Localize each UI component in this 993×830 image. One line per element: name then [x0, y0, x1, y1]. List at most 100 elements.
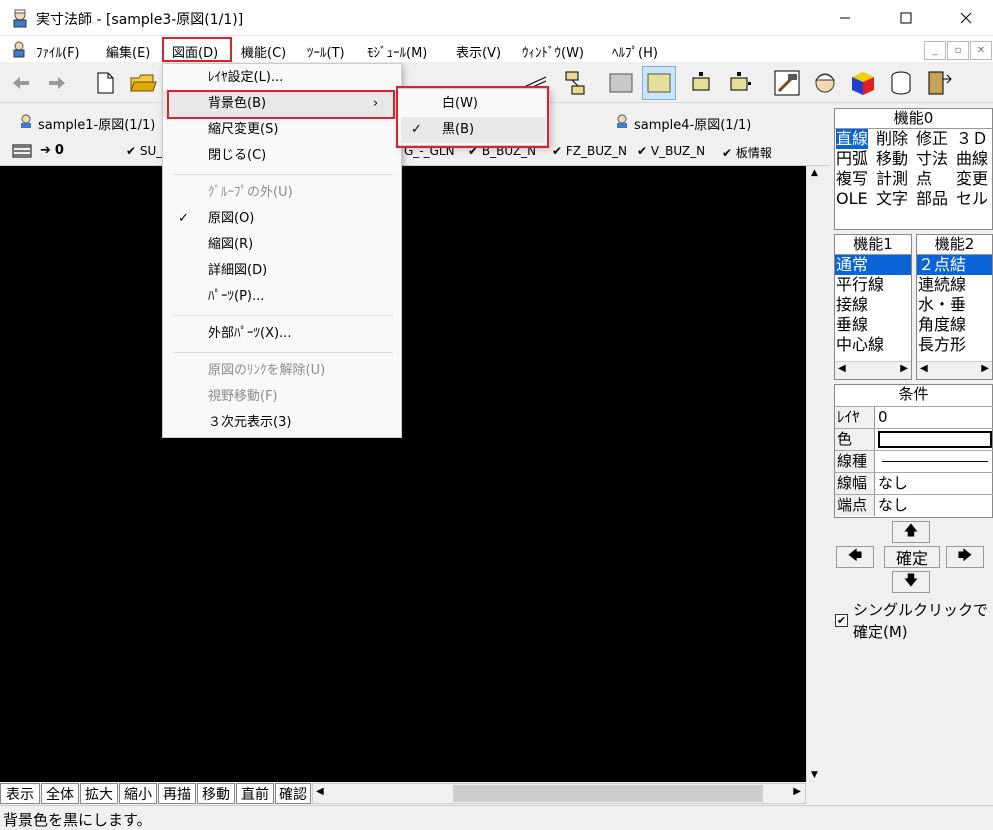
scroll-right-icon[interactable]: ▶ — [981, 363, 989, 374]
cmd-previous-button[interactable]: 直前 — [236, 783, 274, 804]
tab-sample1[interactable]: sample1-原図(1/1) — [18, 111, 155, 135]
condition-color[interactable]: 色 — [835, 428, 993, 450]
minimize-button[interactable] — [822, 0, 868, 36]
forward-arrow-icon[interactable] — [40, 66, 74, 100]
mdi-minimize-button[interactable]: _ — [924, 41, 946, 60]
nudge-left-button[interactable]: 🡄 — [836, 546, 874, 568]
tab-sample4[interactable]: sample4-原図(1/1) — [614, 111, 751, 135]
scroll-left-icon[interactable]: ◀ — [920, 363, 928, 374]
menu-item-original-drawing[interactable]: ✓ 原図(O) — [163, 206, 403, 232]
scroll-right-icon[interactable]: ▶ — [793, 786, 801, 797]
function0-cell[interactable]: 変更 — [956, 169, 988, 189]
function2-item[interactable]: 角度線 — [917, 315, 992, 335]
mdi-restore-button[interactable]: ▫ — [947, 41, 969, 60]
function0-cell[interactable]: 複写 — [836, 169, 868, 189]
menu-item-external-parts[interactable]: 外部ﾊﾟｰﾂ(X)... — [163, 321, 403, 347]
cmd-redraw-button[interactable]: 再描 — [158, 783, 196, 804]
horizontal-scrollbar[interactable]: ◀ ▶ — [312, 783, 806, 804]
cmd-display-button[interactable]: 表示 — [0, 783, 40, 804]
cmd-zoom-out-button[interactable]: 縮小 — [119, 783, 157, 804]
function0-cell[interactable]: 直線 — [836, 129, 869, 149]
function1-item[interactable]: 通常 — [835, 255, 911, 275]
grid-point-icon[interactable] — [722, 66, 756, 100]
menu-item-scale-change[interactable]: 縮尺変更(S) — [163, 117, 403, 143]
function2-item[interactable]: 連続線 — [917, 275, 992, 295]
function0-cell[interactable]: 円弧 — [836, 149, 868, 169]
function0-cell[interactable]: 点 — [916, 169, 932, 189]
function0-cell[interactable]: 文字 — [876, 189, 908, 209]
function0-cell[interactable]: 曲線 — [956, 149, 988, 169]
cmd-pan-button[interactable]: 移動 — [197, 783, 235, 804]
nudge-right-button[interactable]: 🡆 — [946, 546, 984, 568]
function1-item[interactable]: 接線 — [835, 295, 911, 315]
menu-item-reduced-drawing[interactable]: 縮図(R) — [163, 232, 403, 258]
hammer-icon[interactable] — [770, 66, 804, 100]
function1-scrollbar[interactable]: ◀ ▶ — [835, 361, 911, 379]
new-file-icon[interactable] — [88, 66, 122, 100]
menu-view[interactable]: 表示(V) — [456, 42, 501, 61]
function0-cell[interactable]: 計測 — [876, 169, 908, 189]
current-layer[interactable]: ➔ 0 — [40, 143, 64, 158]
menu-tools[interactable]: ﾂｰﾙ(T) — [307, 42, 345, 61]
maximize-button[interactable] — [883, 0, 929, 36]
pattern-gray-icon[interactable] — [604, 66, 638, 100]
worker-icon[interactable] — [808, 66, 842, 100]
condition-endpoint[interactable]: 端点 なし — [835, 494, 993, 516]
condition-linetype[interactable]: 線種 — [835, 450, 993, 472]
function0-cell[interactable]: 削除 — [876, 129, 908, 149]
function0-cell[interactable]: ３Ｄ — [956, 129, 988, 149]
function0-cell[interactable]: 移動 — [876, 149, 908, 169]
layer-toggle[interactable]: ✔ V_BUZ_N — [637, 144, 705, 158]
3d-cube-icon[interactable] — [846, 66, 880, 100]
function0-cell[interactable]: 寸法 — [916, 149, 948, 169]
grid-snap-icon[interactable] — [684, 66, 718, 100]
function1-item[interactable]: 中心線 — [835, 335, 911, 355]
menu-item-detail-drawing[interactable]: 詳細図(D) — [163, 258, 403, 284]
cmd-zoom-in-button[interactable]: 拡大 — [80, 783, 118, 804]
scroll-left-icon[interactable]: ◀ — [316, 786, 324, 797]
cmd-fit-all-button[interactable]: 全体 — [41, 783, 79, 804]
function2-scrollbar[interactable]: ◀ ▶ — [917, 361, 992, 379]
back-arrow-icon[interactable] — [4, 66, 38, 100]
menu-help[interactable]: ﾍﾙﾌﾟ(H) — [612, 42, 658, 61]
condition-linewidth[interactable]: 線幅 なし — [835, 472, 993, 494]
nudge-up-button[interactable]: 🡅 — [892, 521, 930, 543]
menu-function[interactable]: 機能(C) — [241, 42, 286, 61]
menu-module[interactable]: ﾓｼﾞｭｰﾙ(M) — [367, 42, 427, 61]
function0-cell[interactable]: 修正 — [916, 129, 948, 149]
menu-drawing[interactable]: 図面(D) — [162, 37, 232, 62]
function2-item[interactable]: 水・垂 — [917, 295, 992, 315]
layer-toggle[interactable]: ✔ SU_ — [126, 144, 162, 158]
function2-item[interactable]: 長方形 — [917, 335, 992, 355]
open-folder-icon[interactable] — [126, 66, 160, 100]
scroll-left-icon[interactable]: ◀ — [838, 363, 846, 374]
menu-item-3d-view[interactable]: ３次元表示(3) — [163, 410, 403, 436]
scroll-up-icon[interactable]: ▲ — [811, 168, 818, 178]
scroll-right-icon[interactable]: ▶ — [900, 363, 908, 374]
cmd-check-button[interactable]: 確認 — [275, 783, 311, 804]
mdi-close-button[interactable]: ✕ — [970, 41, 992, 60]
exit-door-icon[interactable] — [922, 66, 956, 100]
function1-item[interactable]: 垂線 — [835, 315, 911, 335]
close-button[interactable] — [943, 0, 989, 36]
menu-edit[interactable]: 編集(E) — [106, 42, 150, 61]
single-click-checkbox[interactable]: ✔ — [835, 614, 848, 627]
confirm-button[interactable]: 確定 — [884, 546, 940, 568]
layer-toggle[interactable]: ✔ FZ_BUZ_N — [552, 144, 627, 158]
pattern-yellow-icon[interactable] — [642, 66, 676, 100]
menu-item-layer-settings[interactable]: ﾚｲﾔ設定(L)... — [163, 65, 403, 91]
function0-cell[interactable]: セル — [956, 189, 988, 209]
layer-tool-icon[interactable] — [558, 66, 592, 100]
scroll-thumb[interactable] — [453, 785, 763, 802]
function2-item[interactable]: ２点結 — [917, 255, 992, 275]
menu-item-parts[interactable]: ﾊﾟｰﾂ(P)... — [163, 284, 403, 310]
function0-cell[interactable]: 部品 — [916, 189, 948, 209]
scroll-down-icon[interactable]: ▼ — [811, 770, 818, 780]
layers-icon[interactable] — [12, 143, 32, 163]
nudge-down-button[interactable]: 🡇 — [892, 571, 930, 593]
menu-item-close[interactable]: 閉じる(C) — [163, 143, 403, 169]
vertical-scrollbar[interactable]: ▲ ▼ — [806, 166, 826, 782]
menu-file[interactable]: ﾌｧｲﾙ(F) — [36, 42, 80, 61]
layer-toggle[interactable]: ✔ 板情報 — [722, 144, 772, 161]
cylinder-icon[interactable] — [884, 66, 918, 100]
